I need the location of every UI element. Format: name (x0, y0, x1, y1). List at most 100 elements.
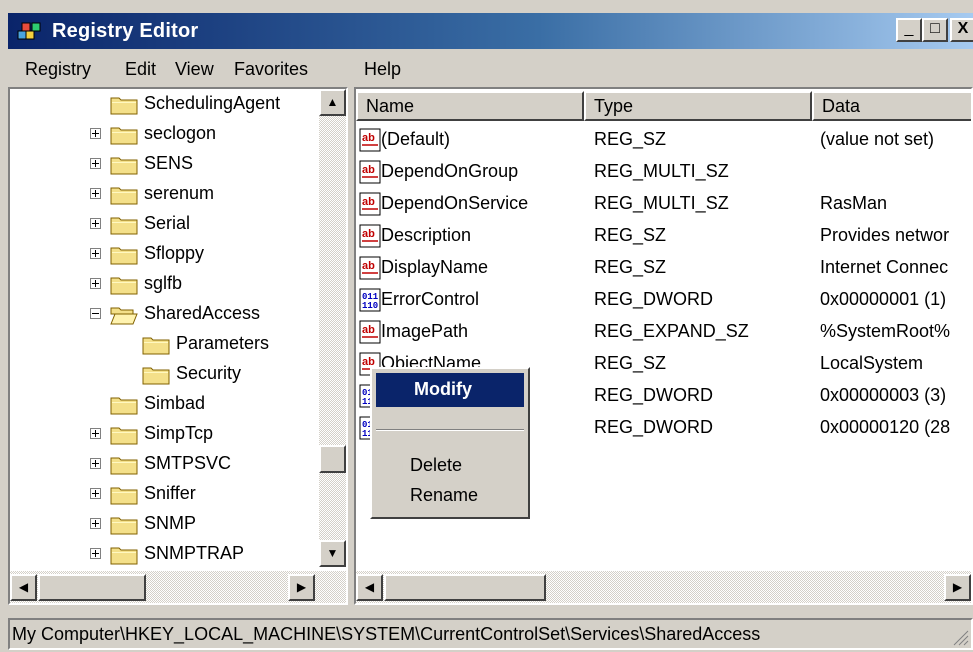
value-type-cell: REG_DWORD (594, 289, 714, 309)
expand-icon[interactable] (90, 278, 101, 289)
table-row[interactable]: ab (Default) REG_SZ (value not set) (356, 125, 971, 157)
value-name-cell: (Default) (381, 129, 451, 149)
status-path: My Computer\HKEY_LOCAL_MACHINE\SYSTEM\Cu… (12, 624, 761, 644)
value-type-cell: REG_MULTI_SZ (594, 193, 729, 213)
expand-icon[interactable] (90, 248, 101, 259)
close-button[interactable]: X (950, 18, 973, 42)
size-grip-icon[interactable] (951, 628, 969, 646)
value-type-cell: REG_SZ (594, 353, 667, 373)
context-menu-rename[interactable]: Rename (410, 485, 478, 506)
value-name-cell: DependOnService (381, 193, 529, 213)
menu-registry[interactable]: Registry (25, 59, 91, 80)
value-data-cell: Internet Connec (820, 257, 949, 277)
folder-icon (110, 304, 138, 325)
tree-item-label: Parameters (176, 333, 270, 353)
tree-item[interactable]: Sniffer (10, 479, 320, 509)
table-row[interactable]: ab DependOnGroup REG_MULTI_SZ (356, 157, 971, 189)
column-header-name[interactable]: Name (356, 91, 584, 121)
expand-icon[interactable] (90, 188, 101, 199)
menu-help[interactable]: Help (364, 59, 401, 80)
folder-icon (110, 424, 138, 445)
expand-icon[interactable] (90, 218, 101, 229)
tree-item[interactable]: Parameters (10, 329, 320, 359)
tree-horizontal-scrollbar[interactable]: ◀ ▶ (10, 571, 346, 603)
tree-item[interactable]: SMTPSVC (10, 449, 320, 479)
tree-item-label: SNMPTRAP (144, 543, 245, 563)
table-row[interactable]: ab DisplayName REG_SZ Internet Connec (356, 253, 971, 285)
scroll-down-arrow-icon[interactable]: ▼ (319, 540, 346, 567)
value-name-cell: Description (381, 225, 472, 245)
tree-item-label: SMTPSVC (144, 453, 232, 473)
maximize-button[interactable]: □ (922, 18, 948, 42)
context-menu-delete[interactable]: Delete (410, 455, 462, 476)
folder-icon (110, 154, 138, 175)
value-type-cell: REG_MULTI_SZ (594, 161, 729, 181)
menu-edit[interactable]: Edit (125, 59, 156, 80)
scroll-right-arrow-icon[interactable]: ▶ (944, 574, 971, 601)
value-data-cell: LocalSystem (820, 353, 924, 373)
tree-item[interactable]: sglfb (10, 269, 320, 299)
tree-item[interactable]: Security (10, 359, 320, 389)
tree-item[interactable]: seclogon (10, 119, 320, 149)
scroll-right-arrow-icon[interactable]: ▶ (288, 574, 315, 601)
expand-icon[interactable] (90, 548, 101, 559)
tree-item[interactable]: SNMPTRAP (10, 539, 320, 569)
table-row[interactable]: ab Description REG_SZ Provides networ (356, 221, 971, 253)
value-type-cell: REG_DWORD (594, 385, 714, 405)
folder-icon (110, 214, 138, 235)
tree-item[interactable]: Sfloppy (10, 239, 320, 269)
tree-hscroll-thumb[interactable] (38, 574, 146, 601)
values-list-pane[interactable]: Name Type Data ab (Default) REG_SZ (value n… (354, 87, 973, 605)
expand-icon[interactable] (90, 518, 101, 529)
key-tree-pane[interactable]: SchedulingAgent seclogon SENS serenum Serial… (8, 87, 348, 605)
tree-scroll-thumb[interactable] (319, 445, 346, 473)
string-value-icon: ab (359, 192, 381, 216)
value-data-cell: 0x00000001 (1) (820, 289, 947, 309)
tree-item[interactable]: SimpTcp (10, 419, 320, 449)
scroll-up-arrow-icon[interactable]: ▲ (319, 89, 346, 116)
value-type-cell: REG_SZ (594, 129, 667, 149)
collapse-icon[interactable] (90, 308, 101, 319)
context-menu-separator (376, 429, 524, 431)
column-header-type[interactable]: Type (584, 91, 812, 121)
scroll-left-arrow-icon[interactable]: ◀ (10, 574, 37, 601)
value-name-cell: ImagePath (381, 321, 469, 341)
tree-item-label: Serial (144, 213, 191, 233)
context-menu: Modify Delete Rename (370, 367, 530, 519)
tree-item[interactable]: SNMP (10, 509, 320, 539)
tree-item[interactable]: SharedAccess (10, 299, 320, 329)
expand-icon[interactable] (90, 488, 101, 499)
expand-icon[interactable] (90, 158, 101, 169)
tree-vertical-scrollbar[interactable]: ▲ ▼ (319, 89, 346, 567)
tree-item-label: serenum (144, 183, 215, 203)
table-row[interactable]: ab ImagePath REG_EXPAND_SZ %SystemRoot% (356, 317, 971, 349)
table-row[interactable]: ab DependOnService REG_MULTI_SZ RasMan (356, 189, 971, 221)
value-name-cell: DisplayName (381, 257, 489, 277)
list-horizontal-scrollbar[interactable]: ◀ ▶ (356, 571, 971, 603)
tree-item[interactable]: SchedulingAgent (10, 89, 320, 119)
column-header-data[interactable]: Data (812, 91, 971, 121)
value-name-cell: DependOnGroup (381, 161, 519, 181)
tree-item[interactable]: SENS (10, 149, 320, 179)
expand-icon[interactable] (90, 458, 101, 469)
scroll-left-arrow-icon[interactable]: ◀ (356, 574, 383, 601)
minimize-button[interactable]: _ (896, 18, 922, 42)
expand-icon[interactable] (90, 428, 101, 439)
tree-item-label: SimpTcp (144, 423, 214, 443)
context-menu-modify[interactable]: Modify (376, 373, 524, 407)
expand-icon[interactable] (90, 128, 101, 139)
folder-icon (110, 394, 138, 415)
svg-text:ab: ab (362, 196, 375, 208)
list-hscroll-thumb[interactable] (384, 574, 546, 601)
menu-favorites[interactable]: Favorites (234, 59, 308, 80)
binary-value-icon: 011110 (359, 288, 381, 312)
tree-item-label: SchedulingAgent (144, 93, 281, 113)
title-bar[interactable]: Registry Editor _ □ X (8, 13, 973, 49)
folder-icon (110, 94, 138, 115)
table-row[interactable]: 011 110 ErrorControl REG_DWORD 0x00000001 (1… (356, 285, 971, 317)
tree-item[interactable]: serenum (10, 179, 320, 209)
folder-icon (110, 454, 138, 475)
tree-item[interactable]: Serial (10, 209, 320, 239)
tree-item[interactable]: Simbad (10, 389, 320, 419)
menu-view[interactable]: View (175, 59, 214, 80)
